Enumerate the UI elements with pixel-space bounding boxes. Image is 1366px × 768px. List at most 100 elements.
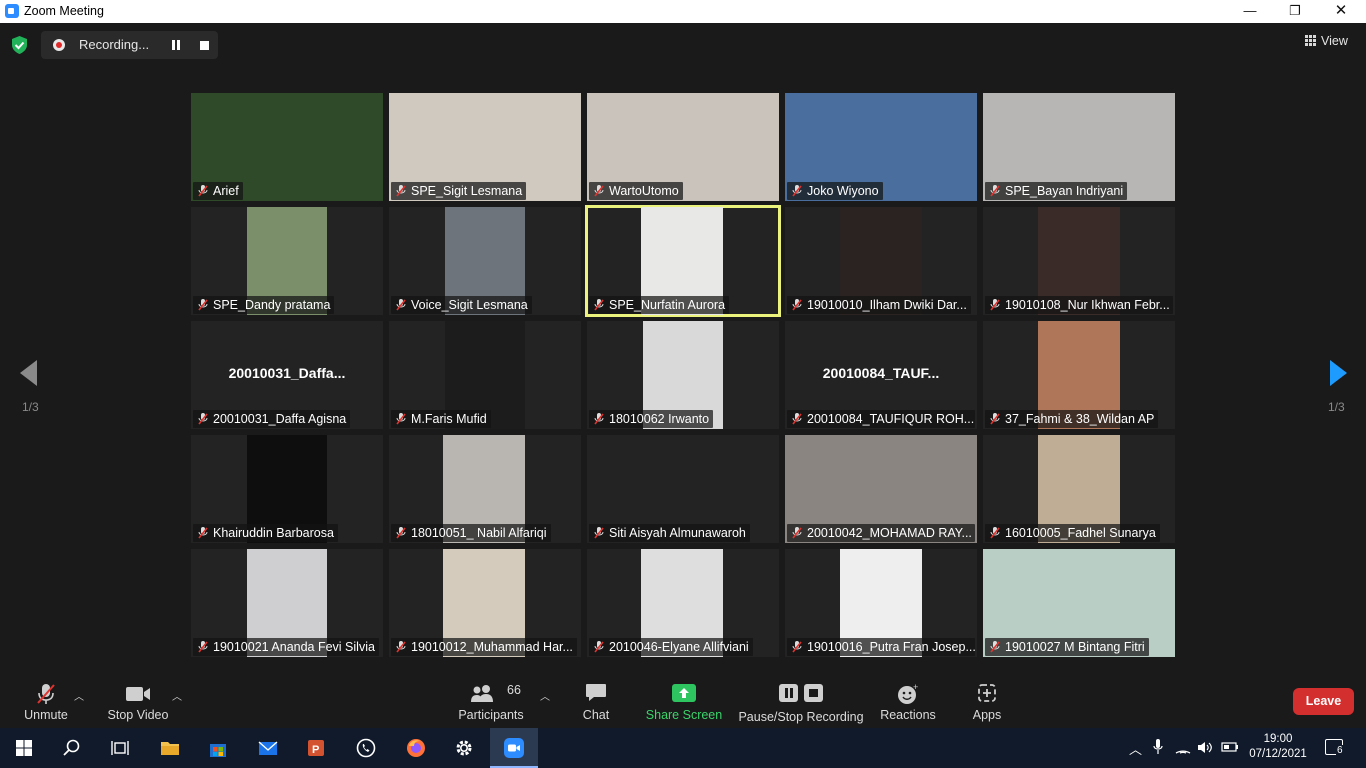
notifications-count: 6	[1336, 745, 1344, 756]
participant-name-text: SPE_Dandy pratama	[213, 298, 331, 312]
participant-tile[interactable]: 20010031_Daffa... 20010031_Daffa Agisna	[191, 321, 383, 429]
minimize-button[interactable]: —	[1227, 0, 1273, 23]
leave-button[interactable]: Leave	[1293, 688, 1354, 715]
taskbar-whatsapp[interactable]	[342, 728, 390, 768]
participant-tile[interactable]: M.Faris Mufid	[389, 321, 581, 429]
pause-stop-recording-button[interactable]: Pause/Stop Recording	[738, 676, 864, 728]
taskbar-settings[interactable]	[440, 728, 488, 768]
participant-name-text: Khairuddin Barbarosa	[213, 526, 334, 540]
reactions-button[interactable]: + Reactions	[876, 676, 940, 728]
share-screen-icon	[672, 684, 696, 702]
restore-button[interactable]: ❐	[1272, 0, 1318, 23]
taskbar-powerpoint[interactable]: P	[292, 728, 340, 768]
participant-name-label: 19010027 M Bintang Fitri	[985, 638, 1149, 656]
participant-name-label: 18010062 Irwanto	[589, 410, 714, 428]
participant-tile[interactable]: Joko Wiyono	[785, 93, 977, 201]
recording-dot-icon	[53, 39, 65, 51]
audio-options-chevron-icon[interactable]: ︿	[74, 688, 84, 703]
reactions-label: Reactions	[880, 708, 936, 722]
windows-start-button[interactable]	[0, 728, 48, 768]
previous-page-icon[interactable]	[20, 360, 37, 386]
taskbar-mail[interactable]	[244, 728, 292, 768]
participant-tile[interactable]: 37_Fahmi & 38_Wildan AP	[983, 321, 1175, 429]
participant-tile[interactable]: Khairuddin Barbarosa	[191, 435, 383, 543]
svg-text:+: +	[913, 683, 918, 692]
shield-icon[interactable]	[11, 36, 28, 54]
participant-name-label: 20010042_MOHAMAD RAY...	[787, 524, 975, 542]
participant-name-text: M.Faris Mufid	[411, 412, 487, 426]
participant-tile[interactable]: SPE_Bayan Indriyani	[983, 93, 1175, 201]
participant-tile[interactable]: 2010046-Elyane Allifviani	[587, 549, 779, 657]
participant-tile[interactable]: SPE_Dandy pratama	[191, 207, 383, 315]
muted-microphone-icon	[594, 185, 604, 197]
participant-tile[interactable]: 19010016_Putra Fran Josep...	[785, 549, 977, 657]
microphone-tray-icon[interactable]	[1153, 739, 1163, 756]
participant-name-label: SPE_Nurfatin Aurora	[589, 296, 730, 314]
taskbar-firefox[interactable]	[392, 728, 440, 768]
participant-tile[interactable]: 18010051_ Nabil Alfariqi	[389, 435, 581, 543]
wifi-icon[interactable]	[1175, 741, 1191, 754]
grid-view-icon	[1305, 35, 1316, 46]
task-view-button[interactable]	[96, 728, 144, 768]
page-indicator-left: 1/3	[22, 400, 39, 414]
participant-name-text: 19010012_Muhammad Har...	[411, 640, 573, 654]
chat-label: Chat	[582, 708, 610, 722]
view-button[interactable]: View	[1305, 34, 1348, 48]
participant-tile[interactable]: WartoUtomo	[587, 93, 779, 201]
participant-tile[interactable]: 16010005_Fadhel Sunarya	[983, 435, 1175, 543]
participant-tile[interactable]: 20010042_MOHAMAD RAY...	[785, 435, 977, 543]
participant-tile[interactable]: 19010027 M Bintang Fitri	[983, 549, 1175, 657]
participant-name-label: Siti Aisyah Almunawaroh	[589, 524, 750, 542]
search-icon	[63, 739, 80, 756]
taskbar-search-button[interactable]	[48, 728, 96, 768]
participant-tile[interactable]: 19010012_Muhammad Har...	[389, 549, 581, 657]
participant-tile[interactable]: 20010084_TAUF... 20010084_TAUFIQUR ROH...	[785, 321, 977, 429]
taskbar-clock[interactable]: 19:00 07/12/2021	[1246, 732, 1310, 762]
taskbar-zoom[interactable]	[490, 728, 538, 768]
taskbar-file-explorer[interactable]	[146, 728, 194, 768]
participant-name-label: 20010084_TAUFIQUR ROH...	[787, 410, 975, 428]
participant-tile[interactable]: Arief	[191, 93, 383, 201]
unmute-label: Unmute	[24, 708, 68, 722]
participant-tile[interactable]: SPE_Nurfatin Aurora	[585, 205, 781, 317]
battery-icon[interactable]	[1221, 741, 1239, 753]
pause-recording-icon[interactable]	[171, 40, 181, 50]
participant-tile[interactable]: 19010010_Ilham Dwiki Dar...	[785, 207, 977, 315]
participant-name-text: 37_Fahmi & 38_Wildan AP	[1005, 412, 1155, 426]
next-page-icon[interactable]	[1330, 360, 1347, 386]
chat-button[interactable]: Chat	[570, 676, 622, 728]
task-view-icon	[111, 741, 129, 755]
whatsapp-icon	[356, 738, 376, 758]
participant-tile[interactable]: SPE_Sigit Lesmana	[389, 93, 581, 201]
share-screen-label: Share Screen	[645, 708, 723, 722]
participant-display-name: 20010084_TAUF...	[822, 365, 940, 381]
chat-bubble-icon	[586, 684, 606, 701]
participant-name-label: 16010005_Fadhel Sunarya	[985, 524, 1160, 542]
participant-tile[interactable]: 19010021 Ananda Fevi Silvia	[191, 549, 383, 657]
close-button[interactable]: ✕	[1318, 0, 1364, 23]
window-titlebar: Zoom Meeting — ❐ ✕	[0, 0, 1366, 23]
participant-name-text: Voice_Sigit Lesmana	[411, 298, 528, 312]
stop-video-button[interactable]: Stop Video	[102, 676, 174, 728]
participants-options-chevron-icon[interactable]: ︿	[540, 688, 550, 703]
video-options-chevron-icon[interactable]: ︿	[172, 688, 182, 703]
taskbar-store[interactable]	[194, 728, 242, 768]
unmute-button[interactable]: Unmute	[14, 676, 78, 728]
apps-button[interactable]: Apps	[962, 676, 1012, 728]
windows-logo-icon	[16, 740, 32, 756]
participant-tile[interactable]: Voice_Sigit Lesmana	[389, 207, 581, 315]
gear-icon	[456, 740, 472, 756]
participant-tile[interactable]: Siti Aisyah Almunawaroh	[587, 435, 779, 543]
muted-microphone-icon	[990, 641, 1000, 653]
pause-stop-recording-icon	[779, 684, 823, 702]
show-hidden-icons-chevron-icon[interactable]: ︿	[1129, 739, 1142, 758]
volume-icon[interactable]	[1197, 741, 1213, 754]
share-screen-button[interactable]: Share Screen	[644, 676, 724, 728]
stop-recording-icon[interactable]	[200, 41, 209, 50]
participant-name-label: 19010016_Putra Fran Josep...	[787, 638, 975, 656]
participant-name-text: 19010016_Putra Fran Josep...	[807, 640, 975, 654]
participant-tile[interactable]: 19010108_Nur Ikhwan Febr...	[983, 207, 1175, 315]
participant-tile[interactable]: 18010062 Irwanto	[587, 321, 779, 429]
muted-microphone-icon	[990, 527, 1000, 539]
participants-button[interactable]: 66 Participants	[452, 676, 530, 728]
